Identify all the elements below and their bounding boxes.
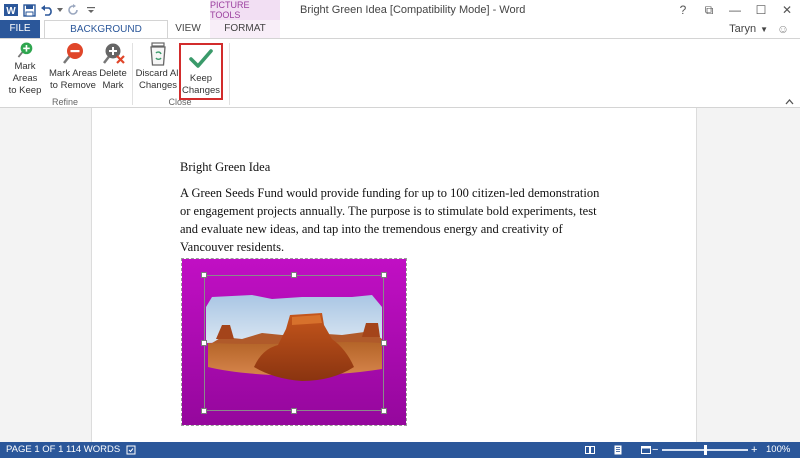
minimize-button[interactable]: — xyxy=(722,0,748,20)
close-button[interactable]: ✕ xyxy=(774,0,800,20)
zoom-in-button[interactable]: + xyxy=(751,442,757,458)
quick-access-toolbar: W xyxy=(0,0,100,20)
document-area: Bright Green Idea A Green Seeds Fund wou… xyxy=(0,108,800,442)
mark-areas-to-remove-button[interactable]: Mark Areas to Remove xyxy=(48,41,98,97)
document-title: Bright Green Idea [Compatibility Mode] -… xyxy=(300,4,526,16)
resize-handle-sw[interactable] xyxy=(201,408,207,414)
status-bar: PAGE 1 OF 1 114 WORDS − + 100% xyxy=(0,442,800,458)
document-paragraph: A Green Seeds Fund would provide funding… xyxy=(180,186,600,254)
mark-remove-label-1: Mark Areas xyxy=(48,68,98,79)
group-separator xyxy=(229,43,230,105)
ribbon-tabs: FILE BACKGROUND REMOVAL VIEW FORMAT Tary… xyxy=(0,20,800,53)
word-count[interactable]: 114 WORDS xyxy=(66,442,120,458)
resize-handle-se[interactable] xyxy=(381,408,387,414)
delete-mark-label-1: Delete xyxy=(99,68,127,79)
tab-format[interactable]: FORMAT xyxy=(210,20,280,38)
mark-remove-label-2: to Remove xyxy=(50,80,96,91)
print-layout-icon[interactable] xyxy=(613,445,623,455)
help-button[interactable]: ? xyxy=(670,0,696,20)
resize-handle-nw[interactable] xyxy=(201,272,207,278)
group-label-close: Close xyxy=(168,97,192,107)
resize-handle-ne[interactable] xyxy=(381,272,387,278)
picture-tools-contextual-header: PICTURE TOOLS xyxy=(210,0,280,20)
proofing-icon[interactable] xyxy=(126,445,136,455)
svg-text:W: W xyxy=(6,6,16,17)
document-heading: Bright Green Idea xyxy=(180,160,271,174)
zoom-out-button[interactable]: − xyxy=(652,442,658,458)
mark-areas-to-keep-button[interactable]: Mark Areas to Keep xyxy=(2,41,48,97)
resize-handle-n[interactable] xyxy=(291,272,297,278)
delete-mark-label-2: Mark xyxy=(102,80,124,91)
keep-changes-button[interactable]: Keep Changes xyxy=(179,43,223,100)
mark-keep-icon xyxy=(17,42,33,58)
keep-label-2: Changes xyxy=(181,85,221,96)
undo-dropdown-icon[interactable] xyxy=(56,1,64,19)
word-logo-icon[interactable]: W xyxy=(2,1,20,19)
group-separator xyxy=(132,43,133,105)
zoom-slider-thumb[interactable] xyxy=(704,445,707,455)
maximize-button[interactable]: ☐ xyxy=(748,0,774,20)
recycle-bin-icon xyxy=(150,42,166,66)
ribbon-display-options-button[interactable]: ⧉ xyxy=(696,0,722,20)
resize-handle-s[interactable] xyxy=(291,408,297,414)
delete-mark-icon xyxy=(103,43,125,64)
tab-view[interactable]: VIEW xyxy=(168,20,208,38)
read-mode-icon[interactable] xyxy=(585,445,595,455)
mark-keep-label-2: to Keep xyxy=(8,85,42,96)
window-controls: ? ⧉ — ☐ ✕ xyxy=(670,0,800,20)
smiley-feedback-icon[interactable]: ☺ xyxy=(776,22,790,36)
customize-qat-icon[interactable] xyxy=(82,1,100,19)
zoom-level[interactable]: 100% xyxy=(766,442,790,458)
document-page[interactable]: Bright Green Idea A Green Seeds Fund wou… xyxy=(91,108,697,442)
checkmark-icon xyxy=(189,49,213,68)
undo-icon[interactable] xyxy=(38,1,56,19)
mark-keep-label-1: Mark Areas xyxy=(12,61,38,84)
tab-background-removal[interactable]: BACKGROUND REMOVAL xyxy=(44,20,168,53)
resize-handle-w[interactable] xyxy=(201,340,207,346)
web-layout-icon[interactable] xyxy=(641,445,651,455)
word-window: W PICTURE TOOLS Bright Green Idea [Compa… xyxy=(0,0,800,458)
selection-box[interactable] xyxy=(201,272,387,414)
redo-icon[interactable] xyxy=(64,1,82,19)
tab-file[interactable]: FILE xyxy=(0,20,40,38)
discard-label-2: Changes xyxy=(138,80,178,91)
group-label-refine: Refine xyxy=(51,97,78,107)
keep-label-1: Keep xyxy=(189,73,213,84)
save-icon[interactable] xyxy=(20,1,38,19)
delete-mark-button[interactable]: Delete Mark xyxy=(98,41,128,97)
collapse-ribbon-icon[interactable] xyxy=(785,97,794,107)
chevron-down-icon: ▼ xyxy=(760,25,768,34)
desert-mesa-picture[interactable] xyxy=(181,258,407,426)
resize-handle-e[interactable] xyxy=(381,340,387,346)
user-account[interactable]: Taryn ▼ xyxy=(729,20,768,38)
user-name: Taryn xyxy=(729,23,757,35)
mark-remove-icon xyxy=(63,43,83,64)
discard-label-1: Discard All xyxy=(135,68,181,79)
page-count[interactable]: PAGE 1 OF 1 xyxy=(6,442,63,458)
ribbon: Mark Areas to Keep Mark Areas to Remove … xyxy=(0,38,800,108)
title-bar: W PICTURE TOOLS Bright Green Idea [Compa… xyxy=(0,0,800,20)
discard-all-changes-button[interactable]: Discard All Changes xyxy=(135,41,181,97)
